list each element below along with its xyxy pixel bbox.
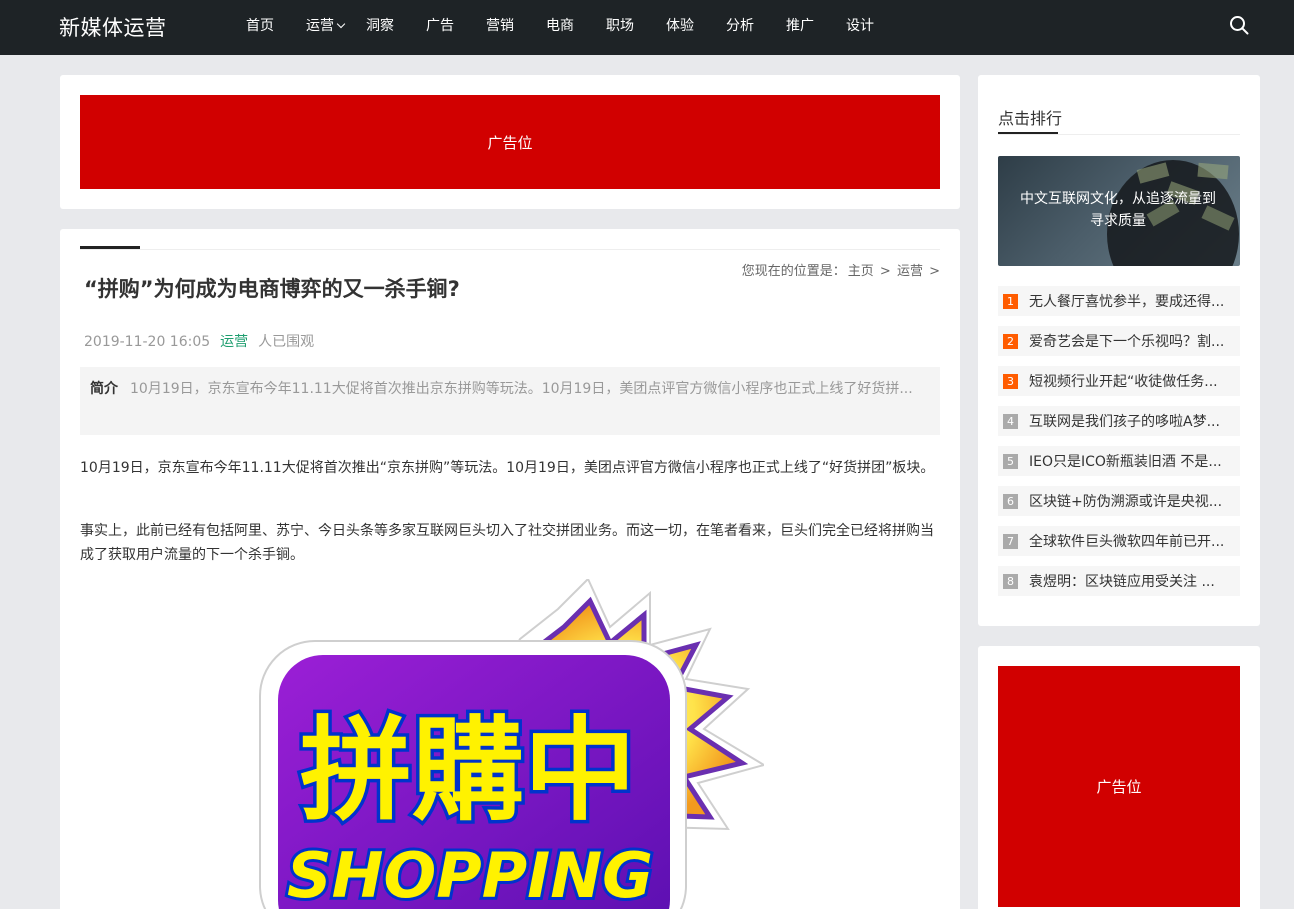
breadcrumb-separator: > [929,264,940,279]
rank-number: 2 [1003,333,1018,349]
rank-title: 短视频行业开起“收徒做任务... [1029,374,1218,390]
site-logo[interactable]: 新媒体运营 [59,12,167,42]
search-icon[interactable] [1229,15,1249,35]
rank-title: 全球软件巨头微软四年前已开... [1029,534,1225,550]
breadcrumb-home[interactable]: 主页 [848,264,874,279]
nav-item-home[interactable]: 首页 [246,0,274,55]
hero-caption: 中文互联网文化，从追逐流量到寻求质量 [1020,191,1216,229]
rank-title: 互联网是我们孩子的哆啦A梦... [1029,414,1220,430]
rank-title: 袁煜明：区块链应用受关注 ... [1029,574,1215,590]
article-card: 您现在的位置是： 主页 > 运营 > “拼购”为何成为电商博弈的又一杀手锏? 20… [60,229,960,909]
rank-number: 4 [1003,413,1018,429]
ranking-item[interactable]: 2 爱奇艺会是下一个乐视吗？割... [998,326,1240,356]
top-navbar: 新媒体运营 首页 运营 洞察 广告 营销 电商 职场 体验 分析 推广 设计 [0,0,1294,55]
article-divider-accent [80,246,140,249]
breadcrumb-category[interactable]: 运营 [897,264,923,279]
rank-number: 1 [1003,293,1018,309]
nav-item-ads[interactable]: 广告 [426,0,454,55]
article-paragraph: 10月19日，京东宣布今年11.11大促将首次推出“京东拼购”等玩法。10月19… [80,460,935,476]
ranking-item[interactable]: 7 全球软件巨头微软四年前已开... [998,526,1240,556]
rank-number: 5 [1003,453,1018,469]
nav-item-career[interactable]: 职场 [606,0,634,55]
ranking-item[interactable]: 6 区块链+防伪溯源或许是央视... [998,486,1240,516]
article-paragraph: 事实上，此前已经有包括阿里、苏宁、今日头条等多家互联网巨头切入了社交拼团业务。而… [80,523,934,563]
nav-item-marketing[interactable]: 营销 [486,0,514,55]
article-title: “拼购”为何成为电商博弈的又一杀手锏? [84,277,460,301]
nav-item-operations[interactable]: 运营 [306,0,346,55]
ranking-item[interactable]: 1 无人餐厅喜忧参半，要成还得... [998,286,1240,316]
rank-title: 爱奇艺会是下一个乐视吗？割... [1029,334,1225,350]
ranking-title: 点击排行 [998,109,1063,128]
nav-item-design[interactable]: 设计 [846,0,874,55]
ranking-hero-image[interactable]: 中文互联网文化，从追逐流量到寻求质量 [998,156,1240,266]
summary-label: 简介 [90,381,118,397]
top-ad-banner[interactable]: 广告位 [80,95,940,189]
article-date: 2019-11-20 16:05 [84,334,211,350]
article-image: 拼購中 SHOPPING [259,579,764,909]
breadcrumb: 您现在的位置是： 主页 > 运营 > [740,260,940,279]
breadcrumb-prefix: 您现在的位置是： [741,264,846,279]
rank-title: IEO只是ICO新瓶装旧酒 不是... [1029,454,1222,470]
nav-item-analysis[interactable]: 分析 [726,0,754,55]
chevron-down-icon [336,19,346,29]
rank-number: 8 [1003,573,1018,589]
ranking-item[interactable]: 8 袁煜明：区块链应用受关注 ... [998,566,1240,596]
rank-title: 区块链+防伪溯源或许是央视... [1029,494,1223,510]
summary-text: 10月19日，京东宣布今年11.11大促将首次推出京东拼购等玩法。10月19日，… [130,381,913,397]
nav-item-operations-label: 运营 [306,18,334,34]
side-ad-card: 广告位 [978,646,1260,909]
ranking-list: 1 无人餐厅喜忧参半，要成还得... 2 爱奇艺会是下一个乐视吗？割... 3 … [998,286,1240,606]
article-summary: 简介 10月19日，京东宣布今年11.11大促将首次推出京东拼购等玩法。10月19… [80,367,940,435]
article-image-big-text: 拼購中 [300,706,636,836]
article-image-sub-text: SHOPPING [287,839,653,909]
nav-item-experience[interactable]: 体验 [666,0,694,55]
article-divider [80,249,940,250]
rank-number: 3 [1003,373,1018,389]
rank-number: 7 [1003,533,1018,549]
article-meta: 2019-11-20 16:05 运营 人已围观 [84,331,314,351]
ranking-item[interactable]: 5 IEO只是ICO新瓶装旧酒 不是... [998,446,1240,476]
nav-item-insight[interactable]: 洞察 [366,0,394,55]
nav-item-ecommerce[interactable]: 电商 [546,0,574,55]
main-nav: 首页 运营 洞察 广告 营销 电商 职场 体验 分析 推广 设计 [246,0,906,55]
top-ad-card: 广告位 [60,75,960,209]
ranking-item[interactable]: 4 互联网是我们孩子的哆啦A梦... [998,406,1240,436]
ranking-divider [998,134,1240,135]
ranking-item[interactable]: 3 短视频行业开起“收徒做任务... [998,366,1240,396]
rank-number: 6 [1003,493,1018,509]
breadcrumb-separator: > [879,264,891,279]
article-category-link[interactable]: 运营 [220,334,248,350]
nav-item-promotion[interactable]: 推广 [786,0,814,55]
rank-title: 无人餐厅喜忧参半，要成还得... [1029,294,1225,310]
side-ad-banner[interactable]: 广告位 [998,666,1240,907]
ranking-card: 点击排行 中文互联网文化，从追逐流量到寻求质量 1 无人餐厅喜忧参半，要成还得.… [978,75,1260,626]
ranking-divider-accent [998,132,1058,134]
article-views: 人已围观 [258,334,315,350]
